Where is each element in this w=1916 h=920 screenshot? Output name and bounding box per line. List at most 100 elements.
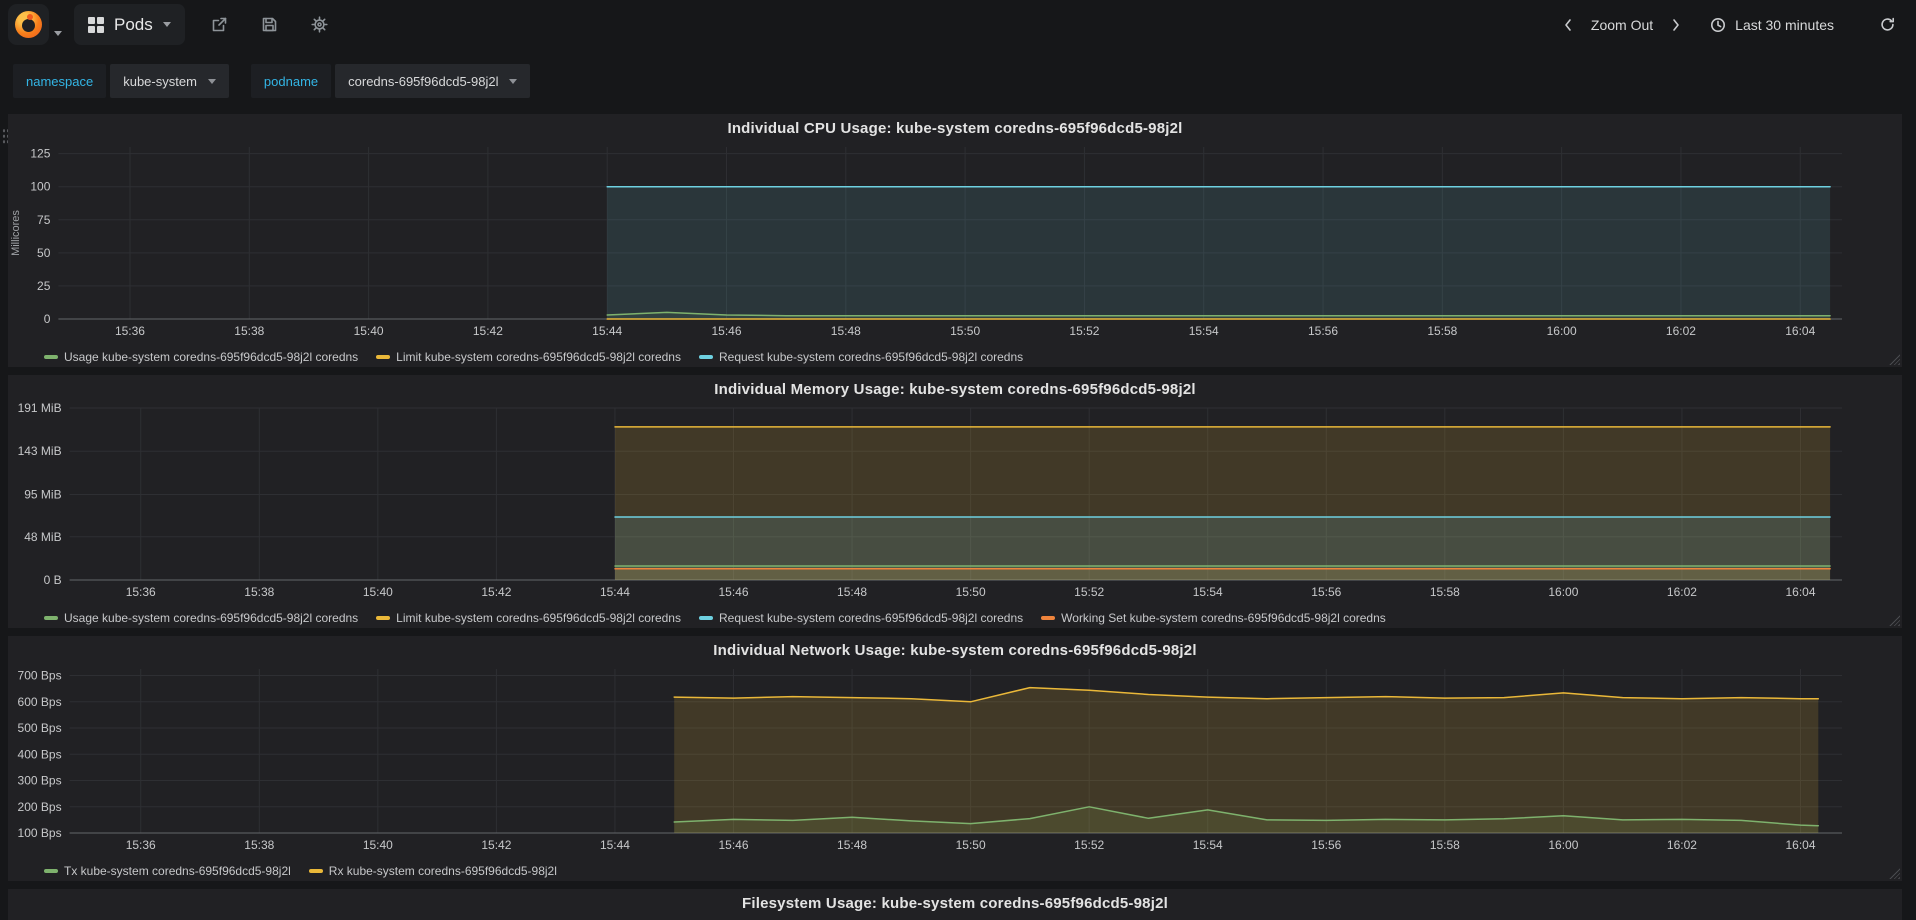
legend-item[interactable]: Usage kube-system coredns-695f96dcd5-98j… (44, 350, 358, 364)
legend-item[interactable]: Request kube-system coredns-695f96dcd5-9… (698, 350, 1024, 364)
variable-podname: podname coredns-695f96dcd5-98j2l (250, 64, 531, 114)
svg-text:75: 75 (37, 213, 51, 227)
svg-text:15:56: 15:56 (1311, 838, 1341, 852)
svg-text:16:00: 16:00 (1547, 324, 1577, 338)
svg-text:15:54: 15:54 (1189, 324, 1219, 338)
save-button[interactable] (257, 12, 283, 38)
svg-text:15:36: 15:36 (115, 324, 145, 338)
svg-text:700 Bps: 700 Bps (18, 669, 62, 683)
svg-text:15:44: 15:44 (600, 838, 630, 852)
legend-series-swatch (1041, 616, 1056, 620)
legend-series-swatch (376, 616, 391, 620)
legend-series-swatch (44, 869, 58, 873)
legend-series-swatch (698, 355, 713, 359)
svg-text:50: 50 (37, 246, 51, 260)
panel-title[interactable]: Filesystem Usage: kube-system coredns-69… (8, 889, 1902, 917)
svg-text:25: 25 (37, 279, 51, 293)
refresh-button[interactable] (1874, 12, 1900, 38)
svg-text:100: 100 (30, 180, 50, 194)
chevron-right-icon (1673, 18, 1679, 31)
legend-series-label: Request kube-system coredns-695f96dcd5-9… (718, 611, 1024, 625)
grafana-logo-icon (15, 11, 42, 38)
network-usage-legend: Tx kube-system coredns-695f96dcd5-98j2l R… (8, 861, 1902, 881)
svg-text:15:50: 15:50 (956, 838, 986, 852)
svg-text:15:44: 15:44 (600, 585, 630, 599)
clock-icon-wrap (1709, 12, 1727, 38)
svg-text:15:48: 15:48 (837, 585, 867, 599)
legend-item[interactable]: Limit kube-system coredns-695f96dcd5-98j… (376, 350, 681, 364)
variable-namespace-value[interactable]: kube-system (110, 64, 229, 98)
svg-text:15:52: 15:52 (1069, 324, 1099, 338)
legend-series-swatch (698, 616, 713, 620)
svg-text:15:54: 15:54 (1193, 585, 1223, 599)
variable-namespace-label: namespace (13, 64, 107, 98)
chart-canvas[interactable]: 15:36 15:38 15:40 15:42 15:44 15:46 15:48 15:50… (8, 664, 1902, 861)
share-icon (212, 17, 227, 32)
svg-text:200 Bps: 200 Bps (18, 800, 62, 814)
cpu-usage-chart[interactable]: 15:36 15:38 15:40 15:42 15:44 15:46 15:48 15:50… (8, 142, 1902, 347)
svg-text:15:56: 15:56 (1308, 324, 1338, 338)
variable-podname-value[interactable]: coredns-695f96dcd5-98j2l (335, 64, 531, 98)
chevron-down-icon (207, 78, 216, 84)
panel-title[interactable]: Individual CPU Usage: kube-system coredn… (8, 114, 1902, 142)
svg-text:0: 0 (44, 312, 51, 326)
legend-item[interactable]: Working Set kube-system coredns-695f96dc… (1041, 611, 1386, 625)
panel-title[interactable]: Individual Network Usage: kube-system co… (8, 636, 1902, 664)
svg-text:15:44: 15:44 (592, 324, 622, 338)
svg-text:15:42: 15:42 (481, 838, 511, 852)
legend-series-label: Request kube-system coredns-695f96dcd5-9… (718, 350, 1024, 364)
chevron-down-icon (509, 78, 518, 84)
grafana-logo[interactable] (8, 4, 49, 45)
variable-podname-label: podname (250, 64, 332, 98)
svg-text:15:46: 15:46 (718, 838, 748, 852)
legend-series-label: Usage kube-system coredns-695f96dcd5-98j… (64, 611, 359, 625)
legend-item[interactable]: Limit kube-system coredns-695f96dcd5-98j… (376, 611, 681, 625)
dashboard-picker[interactable]: Pods (74, 4, 185, 45)
legend-series-swatch (308, 869, 323, 873)
legend-series-label: Limit kube-system coredns-695f96dcd5-98j… (396, 611, 681, 625)
zoom-out-button[interactable]: Zoom Out (1591, 17, 1653, 33)
panel-network-usage: Individual Network Usage: kube-system co… (8, 636, 1902, 881)
svg-text:15:50: 15:50 (950, 324, 980, 338)
svg-text:15:50: 15:50 (956, 585, 986, 599)
chart-canvas[interactable]: 15:36 15:38 15:40 15:42 15:44 15:46 15:48 15:50… (8, 403, 1902, 608)
svg-text:16:04: 16:04 (1785, 585, 1815, 599)
svg-text:15:58: 15:58 (1430, 585, 1460, 599)
cpu-usage-legend: Usage kube-system coredns-695f96dcd5-98j… (8, 347, 1902, 367)
chart-canvas[interactable]: 15:36 15:38 15:40 15:42 15:44 15:46 15:48 15:50… (8, 142, 1902, 347)
chevron-left-icon (1565, 18, 1571, 31)
share-button[interactable] (207, 12, 233, 38)
svg-text:15:58: 15:58 (1430, 838, 1460, 852)
svg-text:600 Bps: 600 Bps (18, 695, 62, 709)
svg-text:Millicores: Millicores (10, 210, 22, 256)
time-forward-button[interactable] (1663, 12, 1689, 38)
svg-text:15:36: 15:36 (126, 585, 156, 599)
network-usage-chart[interactable]: 15:36 15:38 15:40 15:42 15:44 15:46 15:48 15:50… (8, 664, 1902, 861)
svg-text:95 MiB: 95 MiB (24, 487, 61, 501)
svg-text:15:40: 15:40 (363, 838, 393, 852)
svg-text:300 Bps: 300 Bps (18, 774, 62, 788)
svg-text:143 MiB: 143 MiB (18, 444, 62, 458)
variable-namespace-current: kube-system (123, 73, 197, 89)
svg-text:15:38: 15:38 (234, 324, 264, 338)
legend-item[interactable]: Rx kube-system coredns-695f96dcd5-98j2l (308, 864, 557, 878)
legend-series-label: Tx kube-system coredns-695f96dcd5-98j2l (64, 864, 291, 878)
legend-item[interactable]: Request kube-system coredns-695f96dcd5-9… (698, 611, 1024, 625)
time-range-label: Last 30 minutes (1735, 16, 1834, 33)
panel-cpu-usage: Individual CPU Usage: kube-system coredn… (8, 114, 1902, 367)
legend-series-swatch (44, 616, 58, 620)
svg-text:15:58: 15:58 (1427, 324, 1457, 338)
memory-usage-chart[interactable]: 15:36 15:38 15:40 15:42 15:44 15:46 15:48 15:50… (8, 403, 1902, 608)
logo-caret-icon[interactable] (54, 31, 62, 36)
legend-item[interactable]: Tx kube-system coredns-695f96dcd5-98j2l (44, 864, 291, 878)
svg-text:15:38: 15:38 (244, 838, 274, 852)
settings-button[interactable] (307, 12, 333, 38)
legend-item[interactable]: Usage kube-system coredns-695f96dcd5-98j… (44, 611, 358, 625)
panel-title[interactable]: Individual Memory Usage: kube-system cor… (8, 375, 1902, 403)
svg-text:16:02: 16:02 (1667, 838, 1697, 852)
time-back-button[interactable] (1555, 12, 1581, 38)
time-range-picker[interactable]: Last 30 minutes (1709, 12, 1834, 38)
svg-text:15:52: 15:52 (1074, 585, 1104, 599)
svg-text:16:00: 16:00 (1548, 585, 1578, 599)
dashboard-caret-icon (162, 22, 171, 27)
